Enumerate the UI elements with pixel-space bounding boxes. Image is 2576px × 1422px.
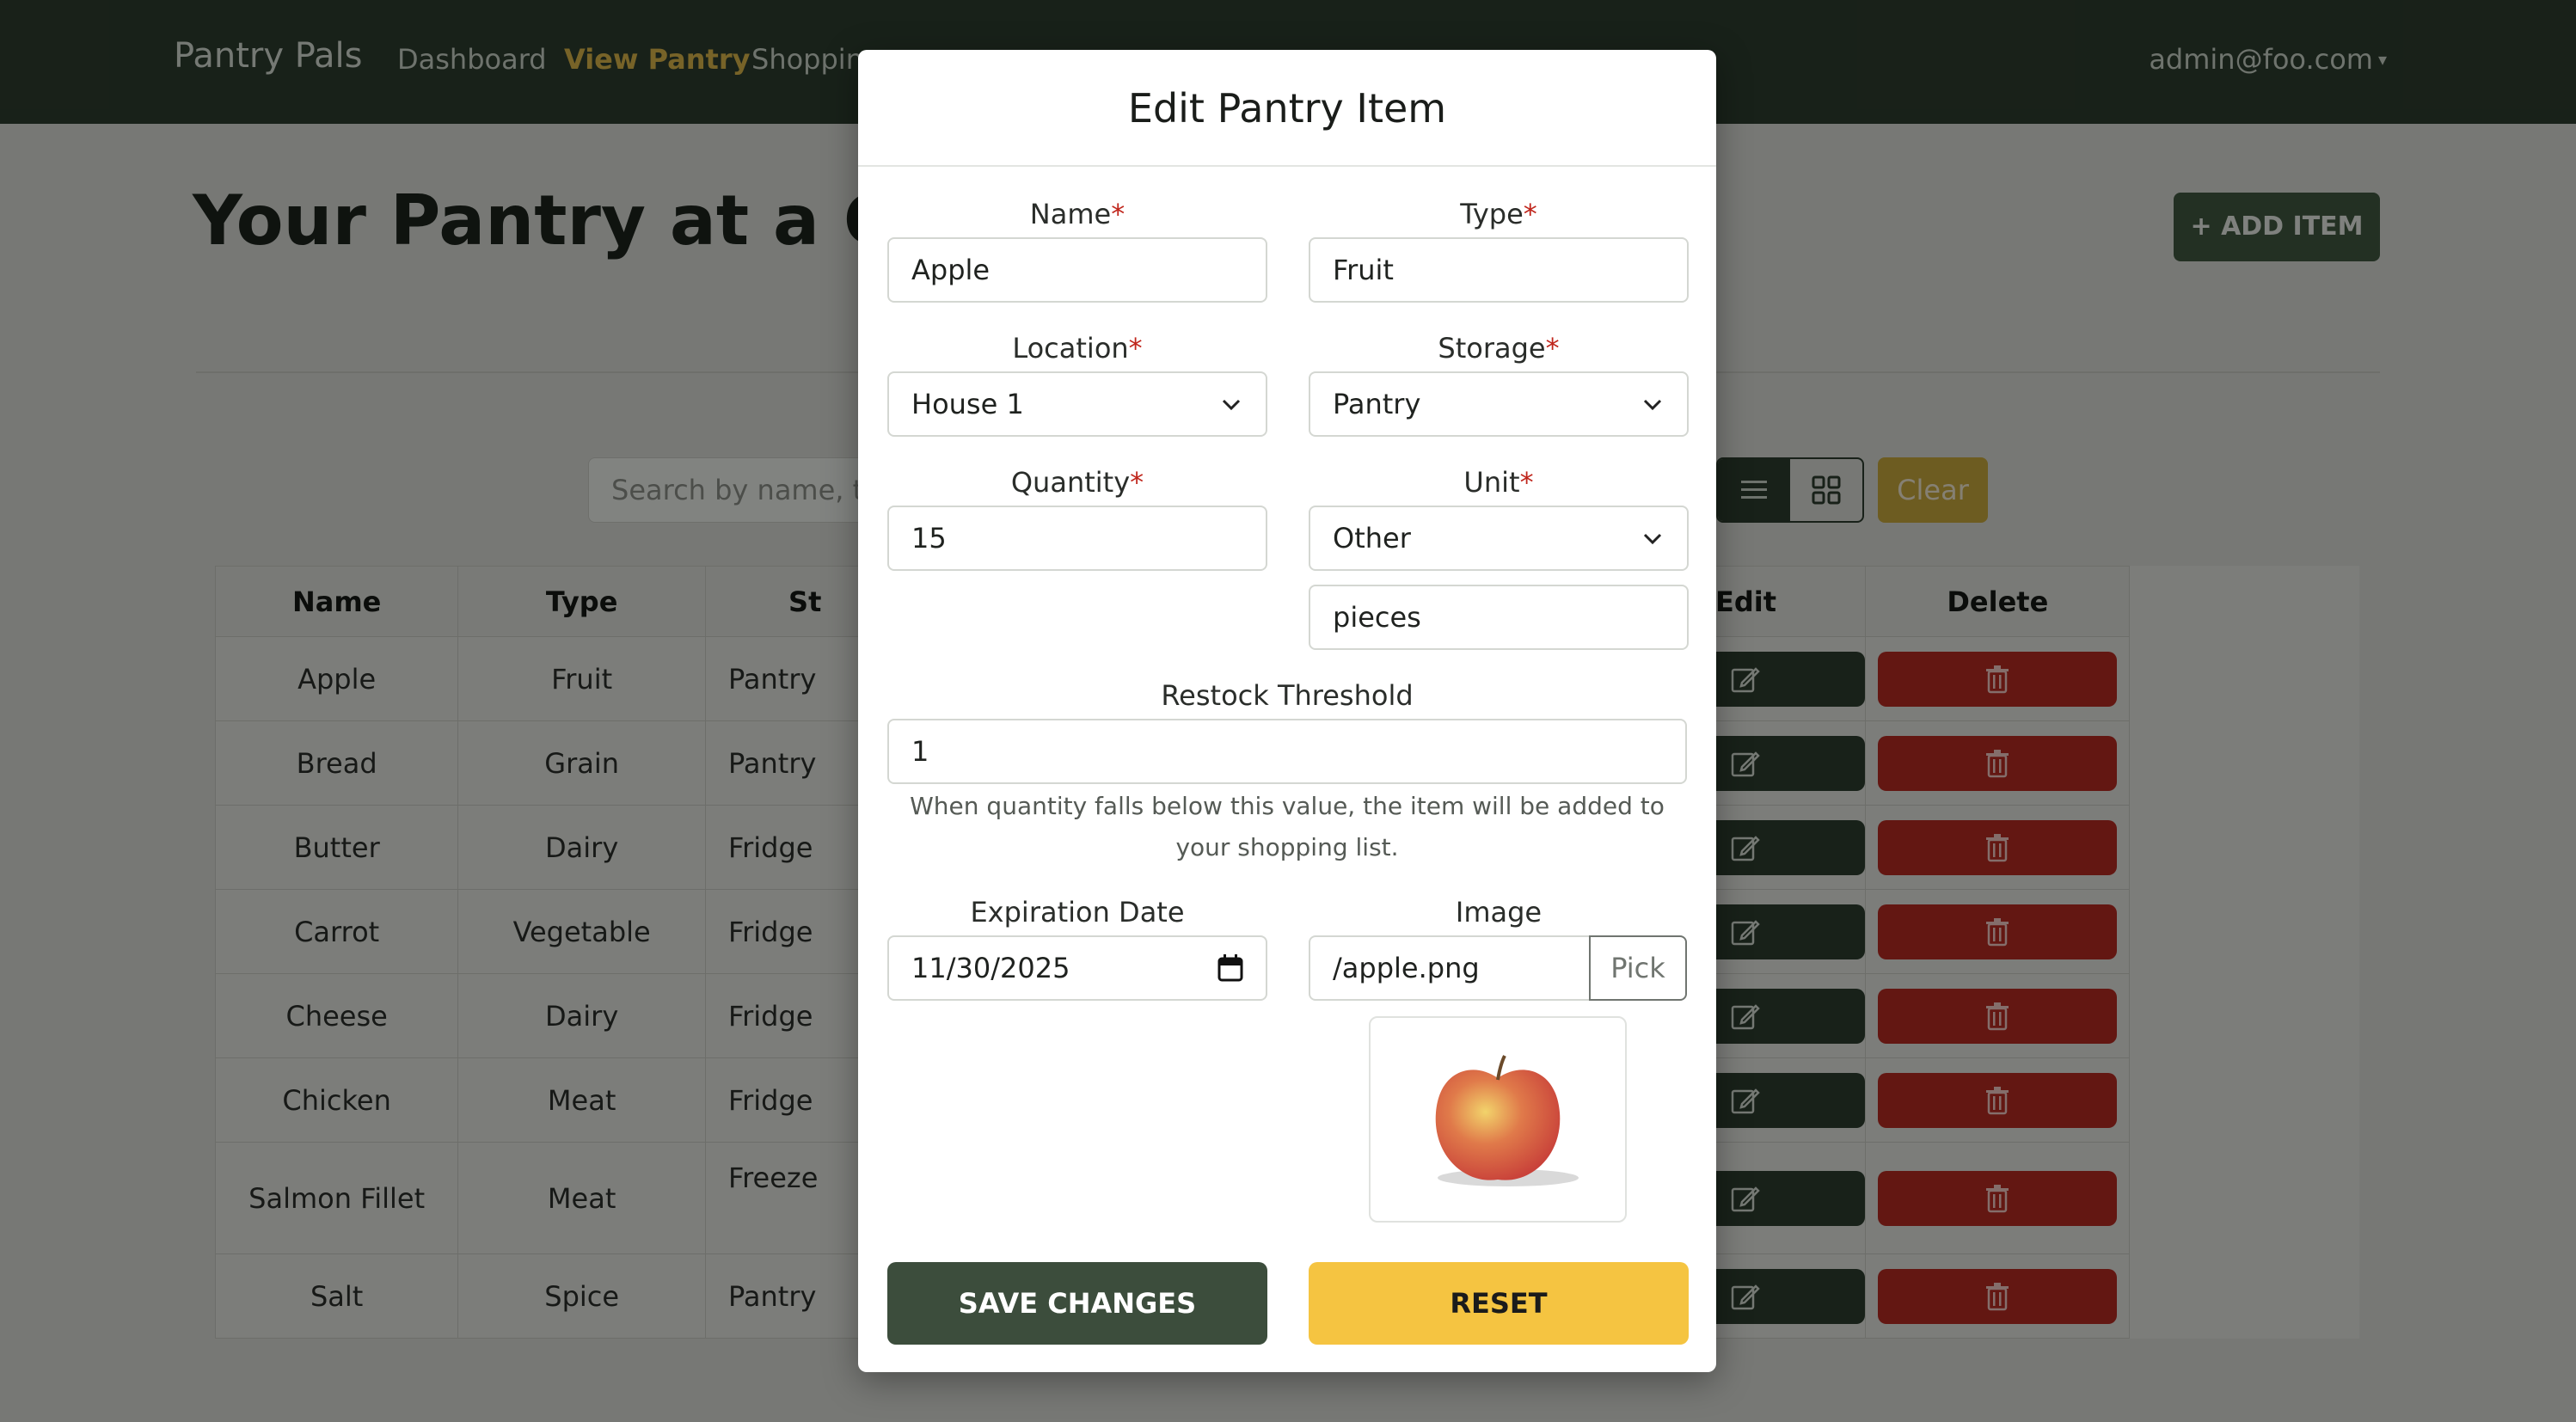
edit-item-modal: Edit Pantry Item Name* Apple Type* Fruit… — [858, 50, 1716, 1372]
location-select[interactable]: House 1 — [887, 371, 1267, 437]
type-input[interactable]: Fruit — [1309, 237, 1689, 303]
image-preview — [1369, 1016, 1627, 1223]
type-label-text: Type — [1460, 198, 1524, 230]
location-label: Location* — [887, 332, 1267, 365]
storage-label: Storage* — [1309, 332, 1689, 365]
name-label: Name* — [887, 198, 1267, 230]
expiration-label: Expiration Date — [970, 896, 1185, 929]
image-label: Image — [1455, 896, 1543, 929]
name-label-text: Name — [1029, 198, 1112, 230]
custom-unit-input[interactable]: pieces — [1309, 585, 1689, 650]
restock-label: Restock Threshold — [1161, 679, 1414, 712]
unit-select-value: Other — [1333, 522, 1411, 555]
required-mark: * — [1111, 198, 1125, 230]
modal-header: Edit Pantry Item — [858, 50, 1716, 167]
apple-image — [1435, 1055, 1579, 1186]
image-path-input[interactable]: /apple.png — [1309, 935, 1592, 1001]
save-changes-button[interactable]: SAVE CHANGES — [887, 1262, 1267, 1345]
required-mark: * — [1523, 198, 1537, 230]
required-mark: * — [1545, 332, 1560, 365]
location-select-value: House 1 — [911, 388, 1024, 420]
required-mark: * — [1130, 466, 1144, 499]
expiration-date-input[interactable]: 11/30/2025 — [887, 935, 1267, 1001]
required-mark: * — [1519, 466, 1534, 499]
quantity-label: Quantity* — [887, 466, 1267, 499]
storage-select-value: Pantry — [1333, 388, 1421, 420]
unit-label-text: Unit — [1463, 466, 1520, 499]
location-label-text: Location — [1012, 332, 1129, 365]
unit-label: Unit* — [1309, 466, 1689, 499]
chevron-down-icon — [1643, 533, 1662, 545]
pick-image-button[interactable]: Pick — [1589, 935, 1687, 1001]
storage-label-text: Storage — [1438, 332, 1546, 365]
chevron-down-icon — [1643, 399, 1662, 411]
calendar-icon[interactable] — [1217, 954, 1243, 982]
quantity-label-text: Quantity — [1010, 466, 1131, 499]
reset-button[interactable]: RESET — [1309, 1262, 1689, 1345]
unit-select[interactable]: Other — [1309, 506, 1689, 571]
storage-select[interactable]: Pantry — [1309, 371, 1689, 437]
expiration-date-value: 11/30/2025 — [911, 952, 1070, 984]
quantity-input[interactable]: 15 — [887, 506, 1267, 571]
type-label: Type* — [1309, 198, 1689, 230]
required-mark: * — [1128, 332, 1143, 365]
chevron-down-icon — [1222, 399, 1241, 411]
modal-title: Edit Pantry Item — [1127, 85, 1447, 132]
name-input[interactable]: Apple — [887, 237, 1267, 303]
restock-threshold-input[interactable]: 1 — [887, 719, 1687, 784]
restock-help-text: When quantity falls below this value, th… — [910, 792, 1665, 861]
